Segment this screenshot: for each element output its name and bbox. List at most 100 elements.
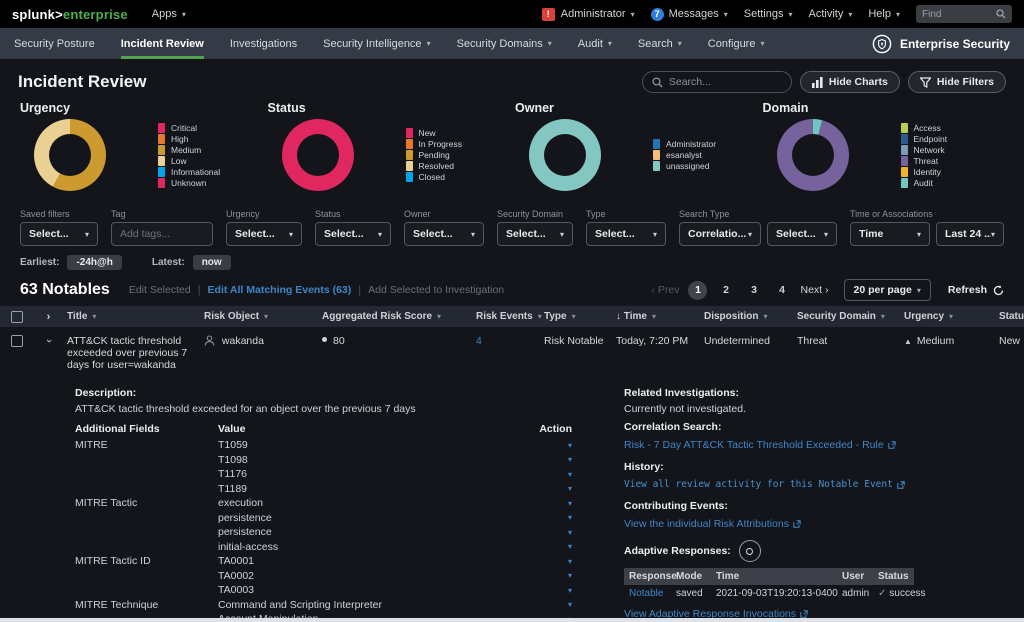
run-adaptive-response-button[interactable] [739,540,761,562]
hide-charts-button[interactable]: Hide Charts [800,71,900,93]
notables-search-input[interactable] [669,76,782,88]
tag-input-box[interactable] [111,222,213,246]
field-action-caret[interactable]: ▾ [532,499,572,508]
chart-domain: DomainAccessEndpointNetworkThreatIdentit… [763,101,1011,205]
add-to-investigation-link[interactable]: Add Selected to Investigation [368,284,504,296]
edit-all-matching-link[interactable]: Edit All Matching Events (63) [208,284,352,296]
success-check-icon: ✓ [878,588,886,599]
ar-user: admin [842,588,878,599]
legend-label: Informational [171,167,220,177]
find-search-box[interactable] [916,5,1012,23]
field-action-caret[interactable]: ▾ [532,470,572,479]
col-status[interactable]: Status▾ [995,311,1024,322]
risk-events-link[interactable]: 4 [476,335,482,347]
nav-security-domains[interactable]: Security Domains▾ [457,28,552,59]
ar-response-link[interactable]: Notable [629,588,663,599]
status-donut-chart[interactable] [282,119,354,191]
select-all-checkbox[interactable] [11,311,23,323]
nav-security-intelligence[interactable]: Security Intelligence▾ [323,28,430,59]
divider: | [358,284,361,296]
page-1-button[interactable]: 1 [688,281,707,300]
field-action-caret[interactable]: ▾ [532,484,572,493]
nav-search[interactable]: Search▾ [638,28,682,59]
col-time[interactable]: ↓ Time▾ [612,311,700,322]
nav-incident-review[interactable]: Incident Review [121,28,204,59]
saved-filters-select[interactable]: Select...▾ [20,222,98,246]
row-aggregated-risk-score: 80 [318,335,472,371]
expand-all-chevron-icon[interactable]: › [47,311,51,323]
urgency-select[interactable]: Select...▾ [226,222,302,246]
splunk-logo[interactable]: splunk>enterprise [12,7,128,22]
contributing-events-link[interactable]: View the individual Risk Attributions [624,518,801,530]
field-action-caret[interactable]: ▾ [532,571,572,580]
tag-input[interactable] [120,228,204,240]
row-checkbox[interactable] [11,335,23,347]
field-action-caret[interactable]: ▾ [532,586,572,595]
legend-swatch [901,178,908,188]
filter-label: Status [315,209,391,219]
search-type-select[interactable]: Correlatio...▾ [679,222,761,246]
col-title[interactable]: Title▾ [63,311,200,322]
apps-menu[interactable]: Apps▾ [152,8,186,20]
per-page-select[interactable]: 20 per page▾ [844,279,931,301]
find-input[interactable] [922,9,996,20]
field-action-caret[interactable]: ▾ [532,455,572,464]
legend-item: esanalyst [653,150,716,160]
domain-donut-chart[interactable] [777,119,849,191]
field-action-caret[interactable]: ▾ [532,513,572,522]
type-select[interactable]: Select...▾ [586,222,666,246]
owner-select[interactable]: Select...▾ [404,222,484,246]
prev-page-button[interactable]: ‹ Prev [651,284,679,296]
time-association-select[interactable]: Time▾ [850,222,930,246]
nav-audit[interactable]: Audit▾ [578,28,612,59]
help-menu[interactable]: Help▾ [868,8,900,20]
activity-menu[interactable]: Activity▾ [809,8,853,20]
field-action-caret[interactable]: ▾ [532,557,572,566]
owner-donut-chart[interactable] [529,119,601,191]
earliest-chip[interactable]: -24h@h [67,255,121,270]
col-aggregated-risk-score[interactable]: Aggregated Risk Score▾ [318,311,472,322]
security-domain-select[interactable]: Select...▾ [497,222,573,246]
col-risk-events[interactable]: Risk Events▾ [472,311,540,322]
field-action-caret[interactable]: ▾ [532,542,572,551]
legend-label: Resolved [419,161,454,171]
col-type[interactable]: Type▾ [540,311,612,322]
filters-row: Saved filters Select...▾ Tag Urgency Sel… [0,205,1024,246]
contributing-events-label: Contributing Events: [624,500,1004,512]
status-select[interactable]: Select...▾ [315,222,391,246]
search-type-value-select[interactable]: Select...▾ [767,222,837,246]
nav-configure[interactable]: Configure▾ [708,28,765,59]
col-urgency[interactable]: Urgency▾ [900,311,995,322]
field-action-caret[interactable]: ▾ [532,600,572,609]
field-action-caret[interactable]: ▾ [532,528,572,537]
page-4-button[interactable]: 4 [772,281,791,300]
notable-row[interactable]: › ATT&CK tactic threshold exceeded over … [0,327,1024,371]
legend-label: Pending [419,150,450,160]
history-link[interactable]: View all review activity for this Notabl… [624,479,905,490]
col-risk-object[interactable]: Risk Object▾ [200,311,318,322]
sort-desc-icon: ↓ [616,311,624,322]
collapse-row-chevron-icon[interactable]: › [42,339,54,343]
page-2-button[interactable]: 2 [716,281,735,300]
nav-investigations[interactable]: Investigations [230,28,297,59]
ar-table-row: Notable saved 2021-09-03T19:20:13-0400 a… [624,585,914,602]
col-disposition[interactable]: Disposition▾ [700,311,793,322]
page-3-button[interactable]: 3 [744,281,763,300]
legend-item: unassigned [653,161,716,171]
administrator-menu[interactable]: ! Administrator▾ [542,8,635,21]
edit-selected-link[interactable]: Edit Selected [129,284,191,296]
refresh-button[interactable]: Refresh [948,284,1004,296]
urgency-donut-chart[interactable] [34,119,106,191]
messages-menu[interactable]: 7 Messages▾ [651,8,728,21]
correlation-search-link[interactable]: Risk - 7 Day ATT&CK Tactic Threshold Exc… [624,439,896,451]
hide-filters-button[interactable]: Hide Filters [908,71,1006,93]
settings-menu[interactable]: Settings▾ [744,8,793,20]
time-range-select[interactable]: Last 24 ...▾ [936,222,1004,246]
col-security-domain[interactable]: Security Domain▾ [793,311,900,322]
external-link-icon [793,520,801,528]
next-page-button[interactable]: Next › [800,284,828,296]
notables-search-box[interactable] [642,71,792,93]
latest-chip[interactable]: now [193,255,231,270]
nav-security-posture[interactable]: Security Posture [14,28,95,59]
field-action-caret[interactable]: ▾ [532,441,572,450]
